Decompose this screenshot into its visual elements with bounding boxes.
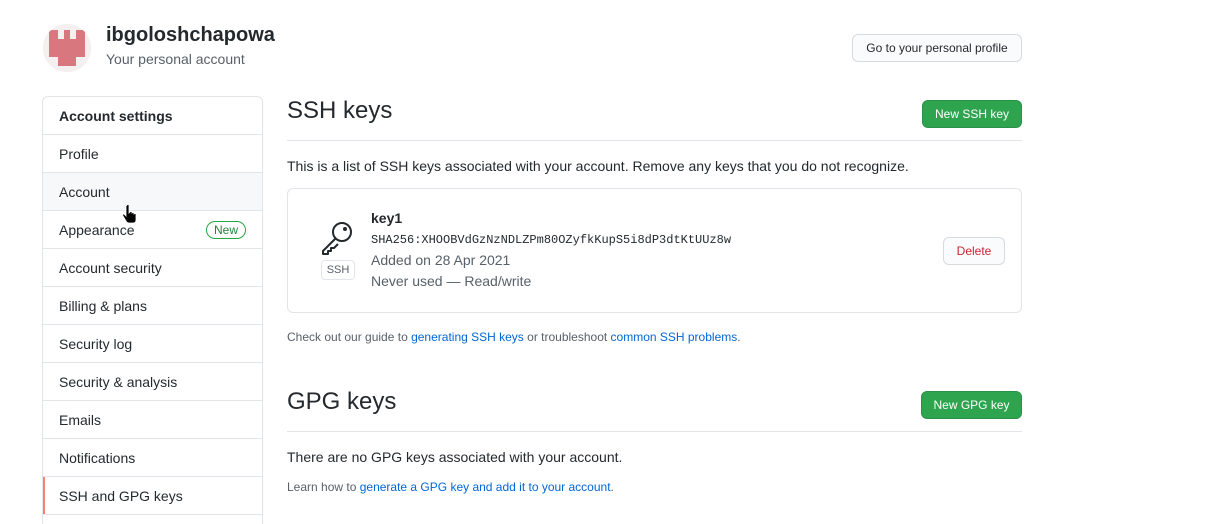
guide-middle: or troubleshoot	[523, 330, 611, 344]
sidebar-item-ssh-gpg-keys[interactable]: SSH and GPG keys	[43, 477, 262, 515]
account-subtitle: Your personal account	[106, 51, 245, 67]
sidebar-item-security-analysis[interactable]: Security & analysis	[43, 363, 262, 401]
sidebar-item-label: SSH and GPG keys	[59, 487, 183, 504]
go-to-profile-button[interactable]: Go to your personal profile	[852, 34, 1022, 62]
generate-gpg-key-link[interactable]: generate a GPG key and add it to your ac…	[360, 480, 611, 494]
gpg-divider	[287, 431, 1022, 432]
key-icon	[322, 222, 352, 255]
sidebar-heading: Account settings	[43, 97, 262, 135]
account-username[interactable]: ibgoloshchapowa	[106, 24, 275, 47]
gpg-keys-title: GPG keys	[287, 388, 397, 415]
gpg-learn-note: Learn how to generate a GPG key and add …	[287, 480, 614, 494]
common-ssh-problems-link[interactable]: common SSH problems	[611, 330, 738, 344]
learn-prefix: Learn how to	[287, 480, 360, 494]
sidebar-item-billing[interactable]: Billing & plans	[43, 287, 262, 325]
sidebar-item-label: Notifications	[59, 449, 136, 466]
sidebar-item-security-log[interactable]: Security log	[43, 325, 262, 363]
sidebar-item-account[interactable]: Account	[43, 173, 262, 211]
gpg-empty-text: There are no GPG keys associated with yo…	[287, 449, 623, 465]
sidebar-item-label: Profile	[59, 145, 99, 162]
learn-suffix: .	[610, 480, 614, 494]
ssh-guide-note: Check out our guide to generating SSH ke…	[287, 330, 741, 344]
ssh-keys-title: SSH keys	[287, 97, 393, 124]
key-fingerprint: SHA256:XHOOBVdGzNzNDLZPm80OZyfkKupS5i8dP…	[371, 233, 732, 247]
sidebar-item-label: Emails	[59, 411, 102, 428]
guide-prefix: Check out our guide to	[287, 330, 412, 344]
sidebar-item-emails[interactable]: Emails	[43, 401, 262, 439]
sidebar-item-notifications[interactable]: Notifications	[43, 439, 262, 477]
new-gpg-key-button[interactable]: New GPG key	[921, 391, 1022, 419]
ssh-key-item: SSH key1 SHA256:XHOOBVdGzNzNDLZPm80OZyfk…	[287, 188, 1022, 313]
sidebar-item-label: Billing & plans	[59, 297, 147, 314]
sidebar-item-profile[interactable]: Profile	[43, 135, 262, 173]
guide-suffix: .	[737, 330, 741, 344]
ssh-type-label: SSH	[321, 260, 355, 280]
key-name: key1	[371, 210, 403, 226]
settings-sidebar: Account settings Profile Account Appeara…	[42, 96, 263, 524]
generating-ssh-keys-link[interactable]: generating SSH keys	[411, 330, 524, 344]
avatar[interactable]	[43, 24, 91, 72]
key-added-date: Added on 28 Apr 2021	[371, 252, 511, 268]
sidebar-item-label: Security log	[59, 335, 133, 352]
identicon-avatar	[43, 24, 91, 72]
key-usage: Never used — Read/write	[371, 273, 532, 289]
ssh-description: This is a list of SSH keys associated wi…	[287, 158, 909, 174]
new-badge: New	[205, 220, 246, 239]
ssh-divider	[287, 140, 1022, 141]
delete-key-button[interactable]: Delete	[943, 237, 1005, 265]
new-ssh-key-button[interactable]: New SSH key	[922, 100, 1022, 128]
sidebar-item-label: Account	[59, 183, 110, 200]
hand-pointer-cursor	[122, 204, 137, 224]
sidebar-item-account-security[interactable]: Account security	[43, 249, 262, 287]
sidebar-item-appearance[interactable]: Appearance New	[43, 211, 262, 249]
sidebar-item-label: Account security	[59, 259, 162, 276]
sidebar-item-label: Security & analysis	[59, 373, 178, 390]
